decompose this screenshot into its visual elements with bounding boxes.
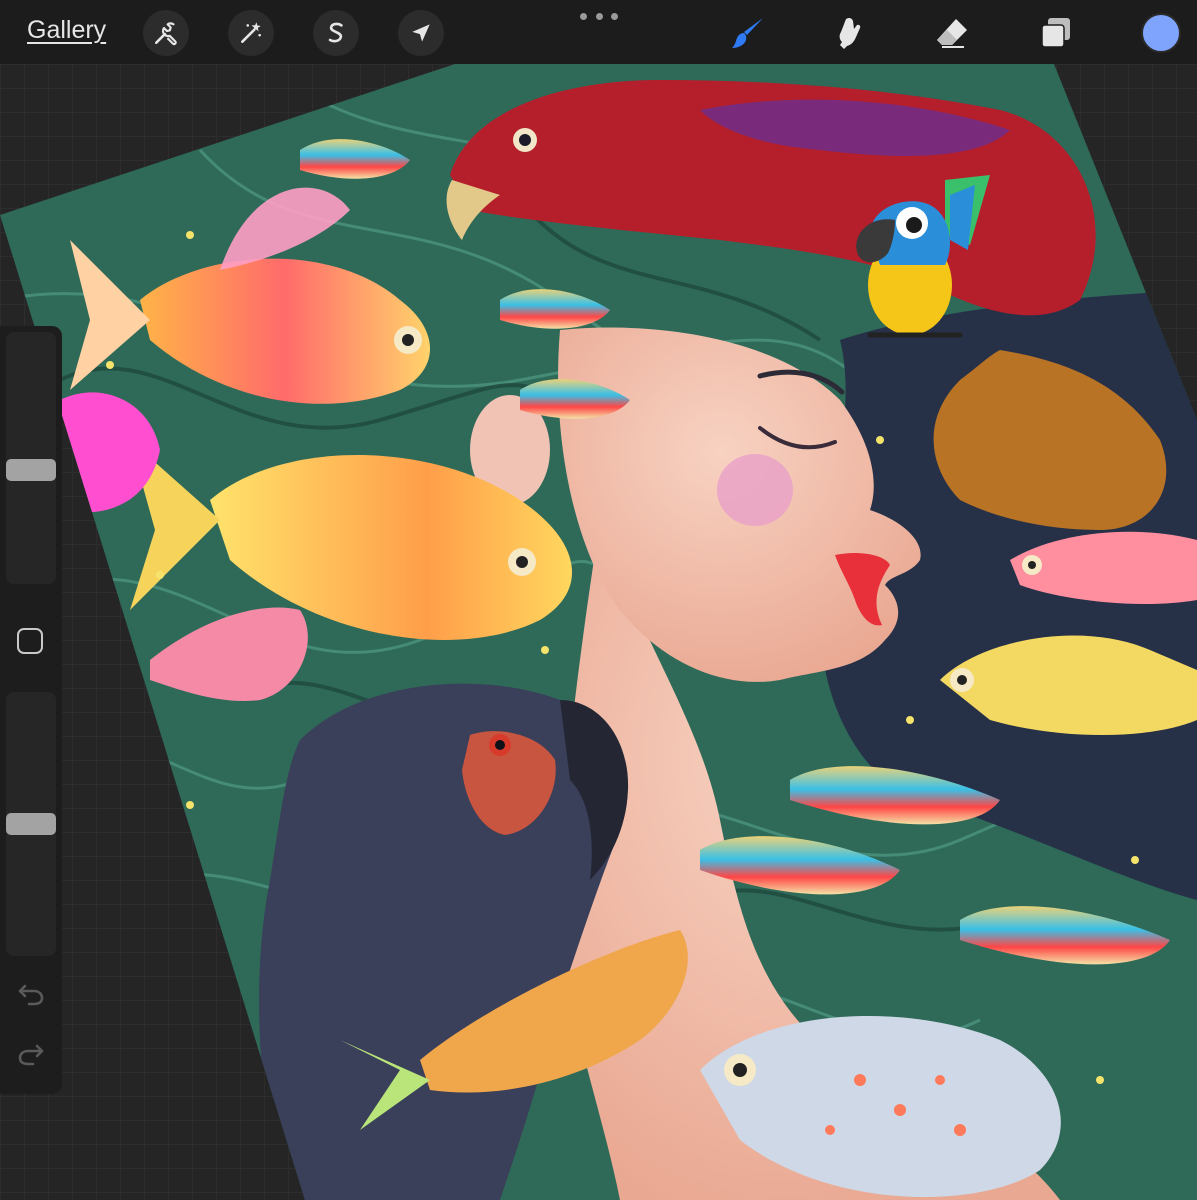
gallery-button[interactable]: Gallery (27, 16, 106, 45)
square-icon[interactable] (17, 628, 43, 654)
more-dots-icon[interactable] (580, 6, 618, 26)
layers-button[interactable] (1034, 12, 1076, 54)
undo-icon[interactable] (15, 978, 47, 1010)
selection-s-icon (328, 22, 343, 43)
brush-size-thumb[interactable] (6, 458, 56, 481)
wrench-icon (154, 22, 177, 46)
actions-button[interactable] (143, 10, 189, 56)
smudge-tool-button[interactable] (829, 12, 871, 54)
color-swatch-button[interactable] (1141, 13, 1181, 53)
brush-opacity-thumb[interactable] (6, 813, 56, 835)
woman-cheek (717, 454, 793, 526)
magic-wand-icon (241, 22, 261, 43)
redo-icon[interactable] (15, 1038, 47, 1070)
left-sidebar (0, 326, 62, 1094)
brush-icon (732, 18, 763, 48)
eraser-tool-button[interactable] (931, 12, 973, 54)
brush-tool-button[interactable] (727, 12, 769, 54)
eraser-icon (937, 19, 967, 48)
transform-button[interactable] (398, 10, 444, 56)
top-toolbar: Gallery (0, 0, 1197, 64)
selection-button[interactable] (313, 10, 359, 56)
layers-icon (1041, 18, 1070, 48)
arrow-cursor-icon (412, 24, 430, 42)
adjustments-button[interactable] (228, 10, 274, 56)
smudge-icon (839, 17, 861, 49)
artwork-canvas[interactable] (0, 0, 1197, 1200)
